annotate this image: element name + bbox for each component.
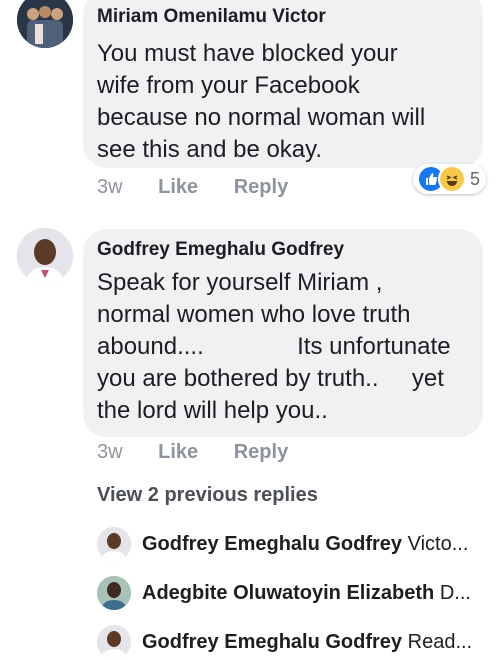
reaction-summary[interactable]: 5	[413, 164, 487, 194]
reply-snippet: Read...	[407, 630, 473, 653]
comment-actions: 3w Like Reply	[97, 441, 288, 464]
avatar	[97, 576, 131, 610]
reply-button[interactable]: Reply	[234, 176, 288, 199]
reply-author[interactable]: Godfrey Emeghalu Godfrey	[142, 631, 402, 653]
avatar[interactable]	[17, 0, 73, 48]
reply-author[interactable]: Godfrey Emeghalu Godfrey	[142, 533, 402, 555]
avatar-photo	[17, 228, 73, 284]
comment-author[interactable]: Godfrey Emeghalu Godfrey	[97, 239, 451, 261]
reply-button[interactable]: Reply	[234, 441, 288, 464]
reply-snippet: Victo...	[407, 532, 469, 555]
avatar[interactable]	[17, 228, 73, 284]
like-button[interactable]: Like	[158, 441, 198, 464]
comment-text: Speak for yourself Miriam , normal women…	[97, 269, 451, 424]
comment-bubble[interactable]: Miriam Omenilamu Victor You must have bl…	[83, 0, 483, 168]
comment-timestamp[interactable]: 3w	[97, 176, 123, 199]
comment-timestamp[interactable]: 3w	[97, 441, 123, 464]
reply-preview: Godfrey Emeghalu Godfrey Victo...	[142, 533, 468, 556]
reply-item[interactable]: Godfrey Emeghalu Godfrey Read...	[97, 624, 497, 660]
comment-author[interactable]: Miriam Omenilamu Victor	[97, 6, 425, 28]
comment-actions: 3w Like Reply	[97, 176, 288, 199]
avatar	[97, 527, 131, 561]
avatar	[97, 625, 131, 659]
reply-preview: Adegbite Oluwatoyin Elizabeth D...	[142, 582, 471, 605]
comment-text: You must have blocked your wife from you…	[97, 40, 426, 163]
comment-bubble[interactable]: Godfrey Emeghalu Godfrey Speak for yours…	[83, 229, 483, 437]
reaction-count: 5	[470, 168, 481, 189]
view-previous-replies-link[interactable]: View 2 previous replies	[97, 484, 318, 507]
avatar-photo	[17, 0, 73, 48]
reply-item[interactable]: Adegbite Oluwatoyin Elizabeth D...	[97, 575, 497, 611]
reply-preview: Godfrey Emeghalu Godfrey Read...	[142, 631, 472, 654]
reply-item[interactable]: Godfrey Emeghalu Godfrey Victo...	[97, 526, 497, 562]
haha-icon	[438, 165, 466, 193]
reply-author[interactable]: Adegbite Oluwatoyin Elizabeth	[142, 582, 434, 604]
reply-snippet: D...	[439, 581, 471, 604]
like-button[interactable]: Like	[158, 176, 198, 199]
